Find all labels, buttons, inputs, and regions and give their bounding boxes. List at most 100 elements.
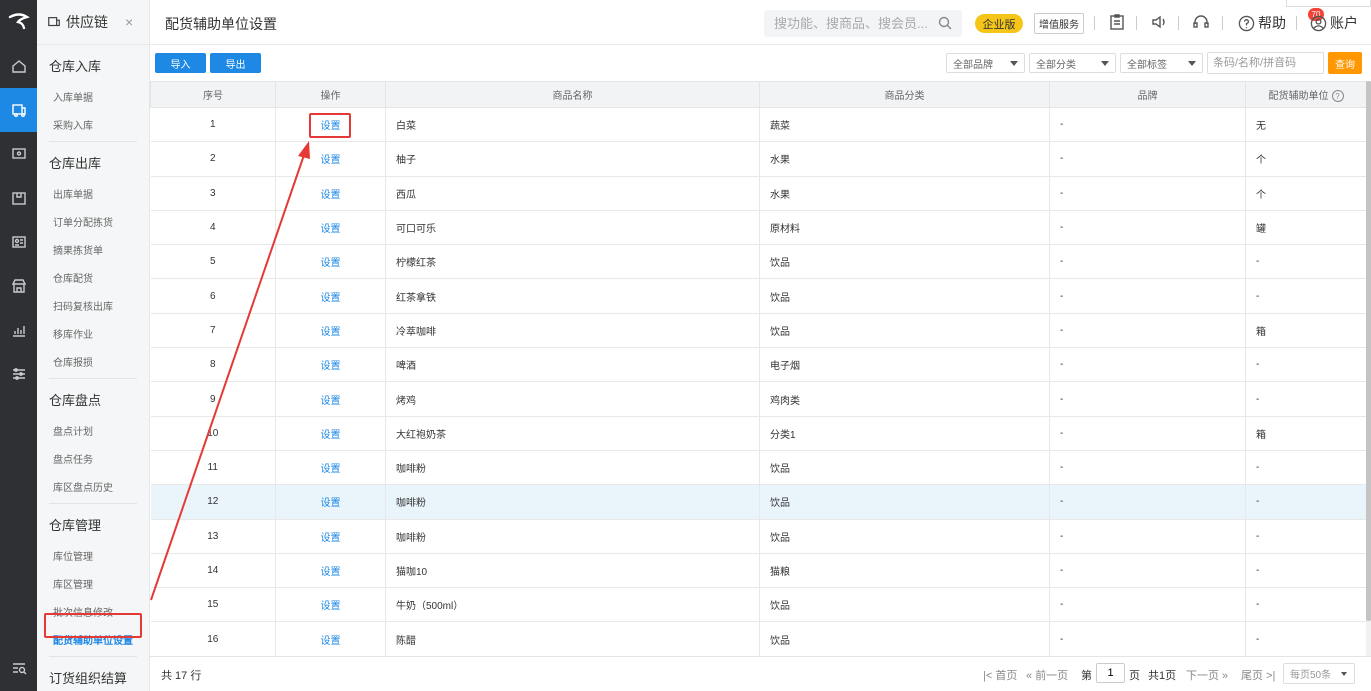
icon-rail — [0, 0, 37, 691]
table-row[interactable]: 10 设置 大红袍奶茶 分类1- 箱 — [150, 416, 1367, 451]
chart-icon[interactable] — [0, 308, 37, 352]
cell-category: 饮品 — [759, 313, 1050, 349]
brand-filter-dropdown[interactable]: 全部品牌 — [946, 53, 1025, 73]
speaker-icon[interactable] — [1150, 13, 1170, 33]
set-link[interactable]: 设置 — [275, 553, 386, 589]
set-link[interactable]: 设置 — [275, 621, 386, 657]
set-link[interactable]: 设置 — [275, 313, 386, 349]
supply-chain-icon[interactable] — [0, 88, 37, 132]
account-link[interactable]: 账户 — [1310, 13, 1358, 33]
close-icon[interactable]: × — [125, 14, 133, 30]
sidebar-item[interactable]: 库位管理 — [37, 541, 149, 569]
table-row[interactable]: 12 设置 咖啡粉 饮品 - - — [150, 484, 1367, 520]
set-link[interactable]: 设置 — [275, 484, 386, 520]
table-row[interactable]: 13 设置 咖啡粉 饮品 - - — [150, 519, 1367, 554]
page-number-input[interactable] — [1096, 663, 1125, 683]
keyword-search-input[interactable] — [1207, 52, 1324, 74]
set-link[interactable]: 设置 — [275, 519, 386, 554]
search-list-icon[interactable] — [0, 653, 37, 683]
table-row[interactable]: 11 设置 咖啡粉 饮品 - - — [150, 450, 1367, 486]
set-link[interactable]: 设置 — [275, 141, 386, 177]
table-row[interactable]: 7 设置 冷萃咖啡 饮品 - 箱 — [150, 313, 1367, 349]
sliders-icon[interactable] — [0, 352, 37, 396]
page-size-select[interactable]: 每页50条 — [1283, 663, 1355, 684]
sidebar-item[interactable]: 移库作业 — [37, 319, 149, 347]
sidebar-item[interactable]: 库区盘点历史 — [37, 472, 149, 500]
set-link[interactable]: 设置 — [275, 381, 386, 417]
scrollbar-thumb[interactable] — [1366, 81, 1371, 621]
sidebar-divider — [49, 378, 137, 379]
cell-no: 10 — [150, 416, 276, 451]
table-row[interactable]: 3 设置 西瓜 水果 - 个 — [150, 176, 1367, 211]
clipboard-icon[interactable] — [1108, 13, 1128, 33]
set-link[interactable]: 设置 — [275, 587, 386, 623]
sidebar-item[interactable]: 订单分配拣货 — [37, 207, 149, 235]
help-link[interactable]: 帮助 — [1238, 13, 1286, 33]
cell-unit: 无 — [1245, 107, 1367, 143]
cell-brand: - — [1049, 484, 1246, 520]
table-row[interactable]: 4 设置 可口可乐 原材料 - 罐 — [150, 210, 1367, 246]
sidebar-item[interactable]: 库区管理 — [37, 569, 149, 597]
table-row[interactable]: 9 设置 烤鸡 鸡肉类 - - — [150, 381, 1367, 417]
value-added-button[interactable]: 增值服务 — [1034, 13, 1084, 34]
set-link[interactable]: 设置 — [275, 278, 386, 314]
column-header-name: 商品名称 — [385, 81, 760, 108]
cell-no: 5 — [150, 244, 276, 280]
set-link[interactable]: 设置 — [275, 347, 386, 383]
query-button[interactable]: 查询 — [1328, 52, 1362, 74]
tag-filter-dropdown[interactable]: 全部标签 — [1120, 53, 1203, 73]
next-page-button[interactable]: 下一页 » — [1186, 667, 1228, 683]
last-page-button[interactable]: 尾页 >| — [1241, 667, 1275, 683]
cell-brand: - — [1049, 244, 1246, 280]
table-row[interactable]: 2 设置 柚子 水果 - 个 — [150, 141, 1367, 177]
sidebar-item[interactable]: 采购入库 — [37, 110, 149, 138]
logo-icon[interactable] — [0, 0, 37, 44]
first-page-button[interactable]: |< 首页 — [983, 667, 1017, 683]
cell-product-name: 啤酒 — [385, 347, 760, 383]
sidebar-item[interactable]: 仓库报损 — [37, 347, 149, 375]
table-row[interactable]: 14 设置 猫咖10 猫粮 - - — [150, 553, 1367, 589]
set-link[interactable]: 设置 — [275, 416, 386, 451]
cell-category: 饮品 — [759, 621, 1050, 657]
prev-page-button[interactable]: « 前一页 — [1026, 667, 1068, 683]
set-link[interactable]: 设置 — [275, 450, 386, 486]
table-row[interactable]: 5 设置 柠檬红茶 饮品 - - — [150, 244, 1367, 280]
cell-category: 饮品 — [759, 519, 1050, 554]
id-card-icon[interactable] — [0, 220, 37, 264]
screen-icon[interactable] — [0, 132, 37, 176]
sidebar-item[interactable]: 入库单据 — [37, 82, 149, 110]
sidebar-item[interactable]: 扫码复核出库 — [37, 291, 149, 319]
box-icon[interactable] — [0, 176, 37, 220]
home-icon[interactable] — [0, 44, 37, 88]
headset-icon[interactable] — [1192, 13, 1212, 33]
store-icon[interactable] — [0, 264, 37, 308]
next-page-label: 下一页 — [1186, 670, 1219, 682]
sidebar-item[interactable]: 盘点计划 — [37, 416, 149, 444]
import-button[interactable]: 导入 — [155, 53, 206, 73]
cell-category: 鸡肉类 — [759, 381, 1050, 417]
sidebar-item[interactable]: 出库单据 — [37, 179, 149, 207]
cell-brand: - — [1049, 313, 1246, 349]
window-edge — [1286, 0, 1371, 7]
sidebar-group-title: 仓库入库 — [49, 58, 102, 74]
export-button[interactable]: 导出 — [210, 53, 261, 73]
tag-filter-label: 全部标签 — [1127, 59, 1167, 71]
table-row[interactable]: 6 设置 红茶拿铁 饮品 - - — [150, 278, 1367, 314]
table-row[interactable]: 16 设置 陈醋 饮品 - - — [150, 621, 1367, 657]
help-label: 帮助 — [1258, 15, 1286, 31]
cell-category: 电子烟 — [759, 347, 1050, 383]
help-icon[interactable]: ? — [1331, 90, 1344, 103]
sidebar-item[interactable]: 摘果拣货单 — [37, 235, 149, 263]
category-filter-dropdown[interactable]: 全部分类 — [1029, 53, 1116, 73]
search-icon[interactable] — [938, 16, 952, 33]
sidebar-item[interactable]: 仓库配货 — [37, 263, 149, 291]
column-header-no: 序号 — [150, 81, 276, 108]
set-link[interactable]: 设置 — [275, 176, 386, 211]
table-row[interactable]: 8 设置 啤酒 电子烟 - - — [150, 347, 1367, 383]
cell-product-name: 烤鸡 — [385, 381, 760, 417]
set-link[interactable]: 设置 — [275, 244, 386, 280]
set-link[interactable]: 设置 — [275, 210, 386, 246]
sidebar-item[interactable]: 盘点任务 — [37, 444, 149, 472]
table-row[interactable]: 15 设置 牛奶（500ml） 饮品 - - — [150, 587, 1367, 623]
global-search-input[interactable] — [764, 10, 962, 37]
